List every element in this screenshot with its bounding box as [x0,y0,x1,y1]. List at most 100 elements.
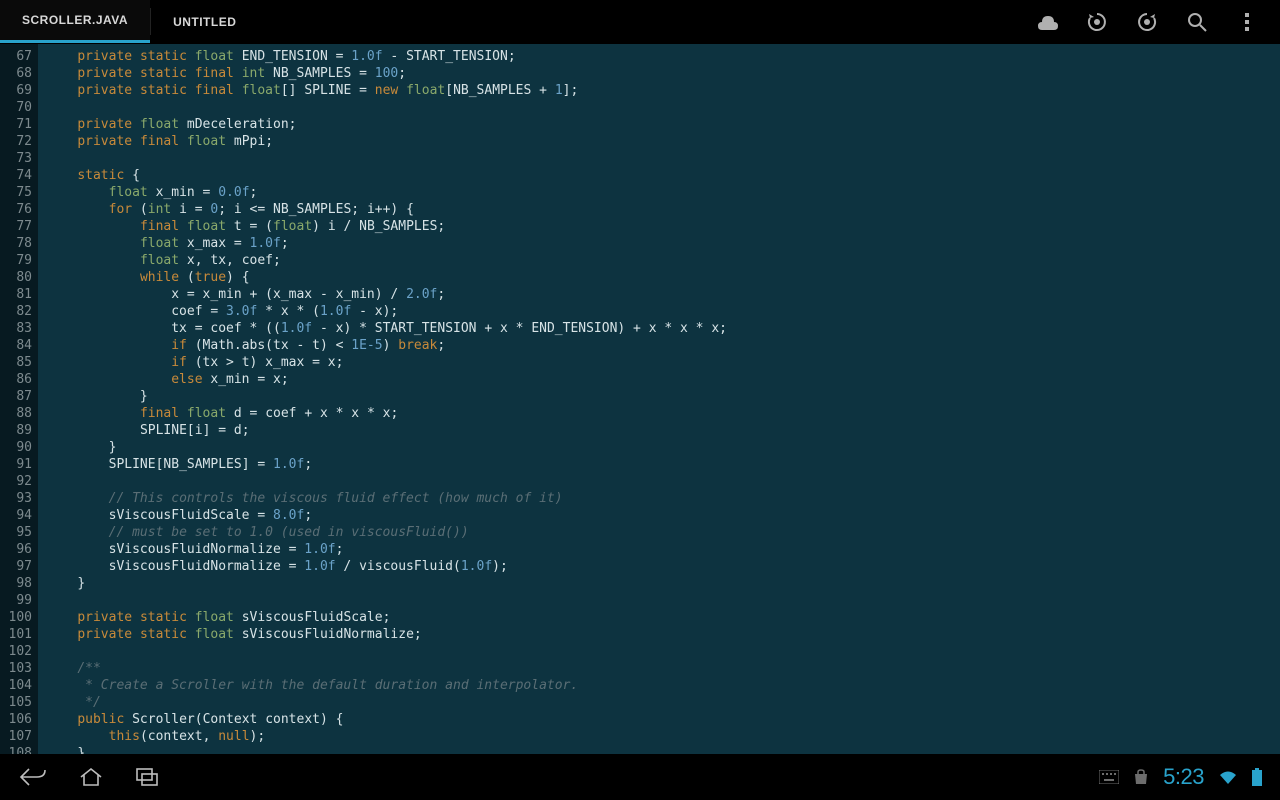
line-number: 86 [0,371,32,388]
line-number: 80 [0,269,32,286]
code-line: public Scroller(Context context) { [46,711,1280,728]
line-number: 74 [0,167,32,184]
line-number: 69 [0,82,32,99]
line-number: 68 [0,65,32,82]
code-editor[interactable]: 6768697071727374757677787980818283848586… [0,44,1280,754]
code-line: private float mDeceleration; [46,116,1280,133]
code-line: SPLINE[NB_SAMPLES] = 1.0f; [46,456,1280,473]
code-line [46,592,1280,609]
back-icon[interactable] [18,762,48,792]
code-line: coef = 3.0f * x * (1.0f - x); [46,303,1280,320]
code-line: for (int i = 0; i <= NB_SAMPLES; i++) { [46,201,1280,218]
line-number: 101 [0,626,32,643]
search-icon[interactable] [1186,11,1208,33]
code-line: /** [46,660,1280,677]
code-line: float x_min = 0.0f; [46,184,1280,201]
line-number: 91 [0,456,32,473]
line-number: 83 [0,320,32,337]
line-number: 76 [0,201,32,218]
code-line: } [46,745,1280,754]
status-area: 5:23 [1099,764,1262,790]
code-line: private static final int NB_SAMPLES = 10… [46,65,1280,82]
line-number: 107 [0,728,32,745]
line-number: 105 [0,694,32,711]
line-number: 72 [0,133,32,150]
undo-icon[interactable] [1086,11,1108,33]
code-line: SPLINE[i] = d; [46,422,1280,439]
line-number: 89 [0,422,32,439]
battery-icon [1252,768,1262,786]
line-number: 95 [0,524,32,541]
code-line: } [46,439,1280,456]
code-line: if (Math.abs(tx - t) < 1E-5) break; [46,337,1280,354]
line-number: 79 [0,252,32,269]
redo-icon[interactable] [1136,11,1158,33]
tab-untitled[interactable]: UNTITLED [151,0,258,43]
code-line [46,150,1280,167]
clock[interactable]: 5:23 [1163,764,1204,790]
code-line: private final float mPpi; [46,133,1280,150]
line-number: 96 [0,541,32,558]
system-nav-bar: 5:23 [0,754,1280,800]
store-icon[interactable] [1133,769,1149,785]
overflow-icon[interactable] [1236,11,1258,33]
code-line: } [46,575,1280,592]
save-icon[interactable] [1036,11,1058,33]
code-line: tx = coef * ((1.0f - x) * START_TENSION … [46,320,1280,337]
line-number: 67 [0,48,32,65]
line-number: 97 [0,558,32,575]
line-number: 100 [0,609,32,626]
toolbar-actions [1036,0,1280,43]
code-line: private static float sViscousFluidScale; [46,609,1280,626]
tab-label: UNTITLED [173,15,236,29]
line-number-gutter: 6768697071727374757677787980818283848586… [0,44,38,754]
code-line: sViscousFluidNormalize = 1.0f; [46,541,1280,558]
line-number: 106 [0,711,32,728]
code-line [46,643,1280,660]
line-number: 98 [0,575,32,592]
code-line: this(context, null); [46,728,1280,745]
tab-label: SCROLLER.JAVA [22,13,128,27]
code-content[interactable]: private static float END_TENSION = 1.0f … [38,44,1280,754]
wifi-icon [1218,769,1238,785]
code-line: if (tx > t) x_max = x; [46,354,1280,371]
line-number: 85 [0,354,32,371]
line-number: 103 [0,660,32,677]
line-number: 71 [0,116,32,133]
code-line: static { [46,167,1280,184]
recent-icon[interactable] [134,762,164,792]
code-line: } [46,388,1280,405]
code-line: */ [46,694,1280,711]
line-number: 87 [0,388,32,405]
line-number: 92 [0,473,32,490]
code-line: // must be set to 1.0 (used in viscousFl… [46,524,1280,541]
line-number: 73 [0,150,32,167]
code-line [46,473,1280,490]
code-line: x = x_min + (x_max - x_min) / 2.0f; [46,286,1280,303]
code-line: float x, tx, coef; [46,252,1280,269]
home-icon[interactable] [76,762,106,792]
code-line: * Create a Scroller with the default dur… [46,677,1280,694]
code-line: float x_max = 1.0f; [46,235,1280,252]
line-number: 75 [0,184,32,201]
line-number: 94 [0,507,32,524]
tab-scroller-java[interactable]: SCROLLER.JAVA [0,0,150,43]
line-number: 104 [0,677,32,694]
line-number: 108 [0,745,32,754]
code-line: sViscousFluidNormalize = 1.0f / viscousF… [46,558,1280,575]
keyboard-icon[interactable] [1099,770,1119,784]
line-number: 90 [0,439,32,456]
code-line: final float t = (float) i / NB_SAMPLES; [46,218,1280,235]
line-number: 81 [0,286,32,303]
code-line [46,99,1280,116]
code-line: sViscousFluidScale = 8.0f; [46,507,1280,524]
code-line: final float d = coef + x * x * x; [46,405,1280,422]
line-number: 99 [0,592,32,609]
code-line: // This controls the viscous fluid effec… [46,490,1280,507]
code-line: private static float END_TENSION = 1.0f … [46,48,1280,65]
code-line: private static final float[] SPLINE = ne… [46,82,1280,99]
line-number: 84 [0,337,32,354]
code-line: else x_min = x; [46,371,1280,388]
line-number: 88 [0,405,32,422]
nav-buttons [18,762,164,792]
